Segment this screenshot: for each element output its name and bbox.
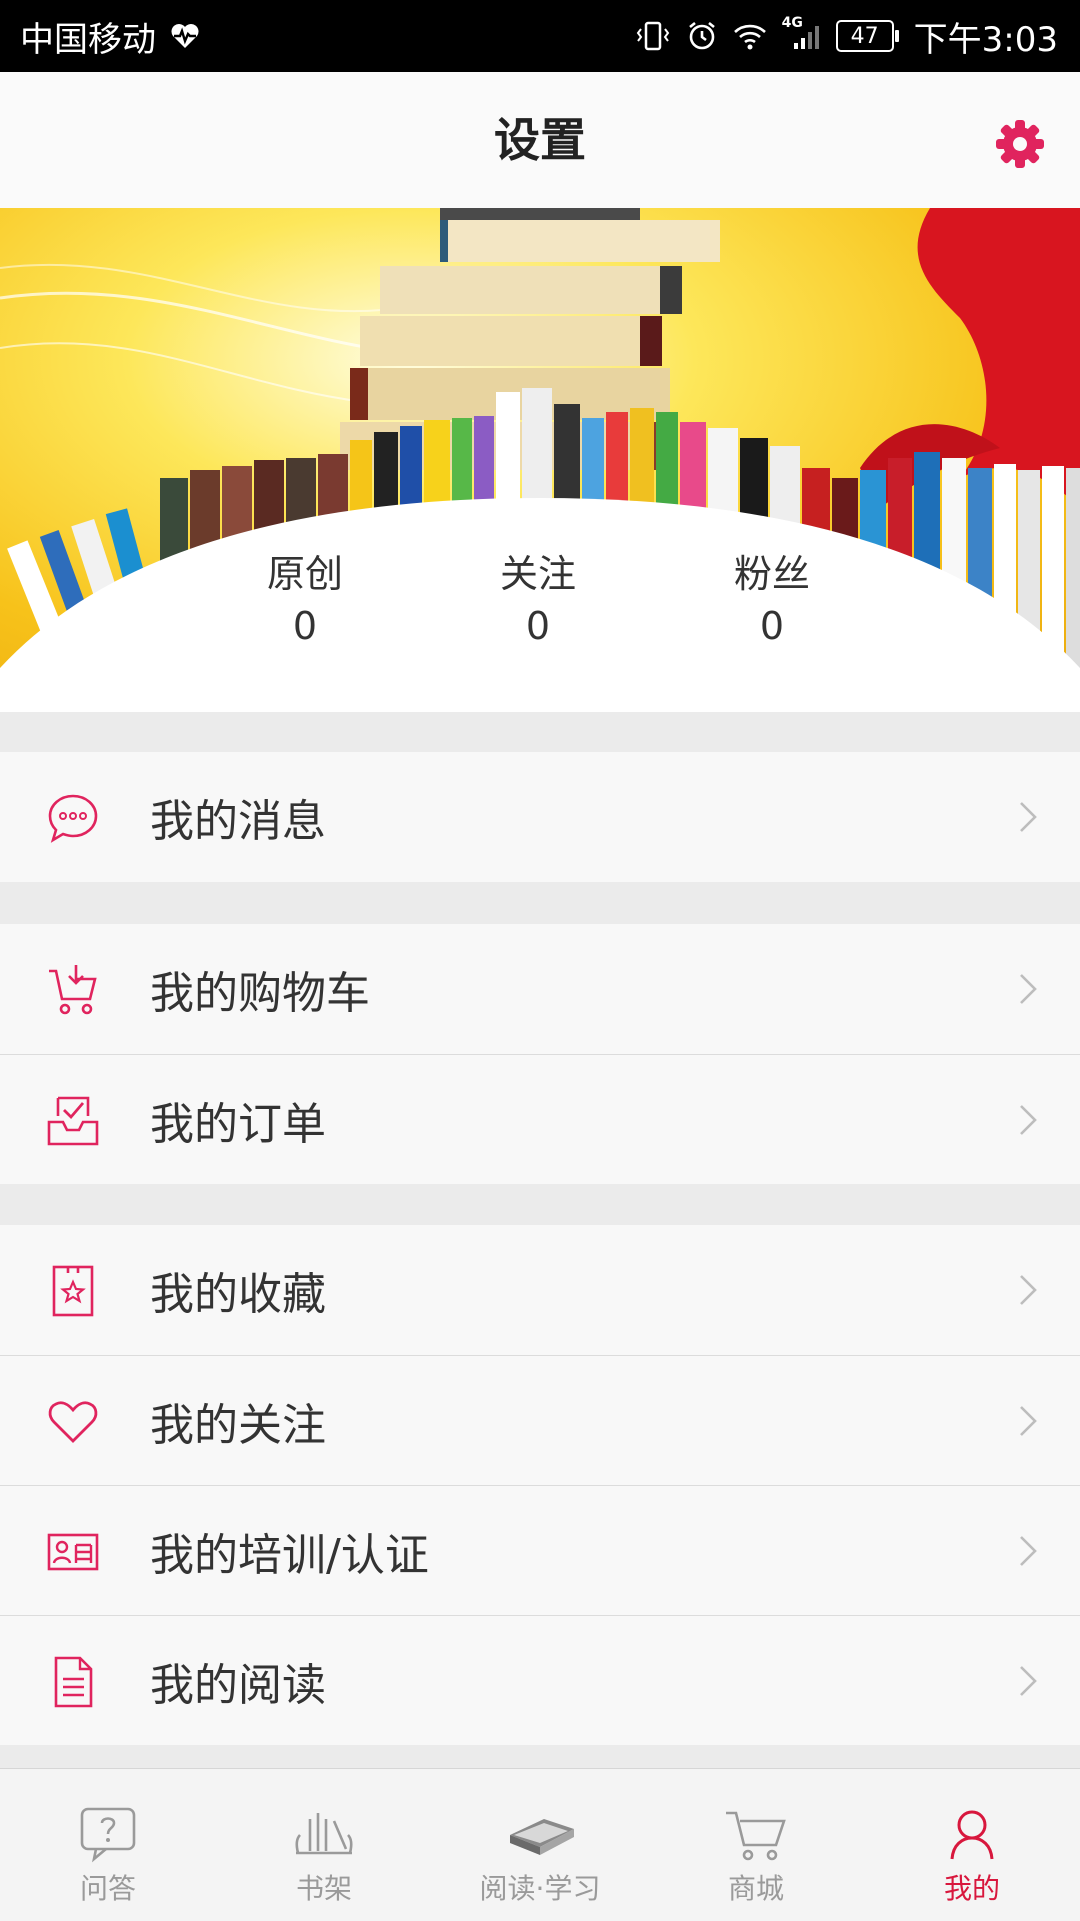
- profile-stats: 原创 0 关注 0 粉丝 0: [0, 548, 1080, 668]
- shopping-cart-icon: [49, 965, 97, 1015]
- chevron-right-icon: [1020, 802, 1037, 832]
- chat-bubble-icon: [48, 794, 98, 843]
- tab-reading[interactable]: 阅读·学习: [432, 1769, 648, 1921]
- heart-icon: [48, 1401, 98, 1443]
- menu-item-cart[interactable]: 我的购物车: [0, 924, 1080, 1054]
- stat-value: 0: [525, 604, 551, 648]
- tab-mine[interactable]: 我的: [864, 1769, 1080, 1921]
- menu-item-label: 我的购物车: [150, 968, 370, 1019]
- cart-icon: [726, 1811, 786, 1861]
- clock: 下午3:03: [913, 19, 1058, 60]
- tab-label: 商城: [727, 1872, 784, 1905]
- menu-group-personal: 我的收藏 我的关注 我的培训/认证 我的阅读: [0, 1225, 1080, 1745]
- user-icon: [950, 1810, 994, 1860]
- chevron-right-icon: [1020, 1406, 1037, 1436]
- stat-following[interactable]: 关注 0: [438, 548, 638, 652]
- tab-qa[interactable]: 问答: [0, 1769, 216, 1921]
- stat-label: 粉丝: [733, 552, 810, 596]
- tab-bookshelf[interactable]: 书架: [216, 1769, 432, 1921]
- menu-item-training[interactable]: 我的培训/认证: [0, 1485, 1080, 1615]
- chevron-right-icon: [1020, 1275, 1037, 1305]
- menu-item-label: 我的培训/认证: [150, 1529, 429, 1581]
- menu-item-label: 我的订单: [150, 1098, 326, 1150]
- stat-label: 关注: [499, 552, 576, 596]
- stat-value: 0: [292, 604, 318, 648]
- network-type: 4G: [781, 15, 803, 31]
- stat-fans[interactable]: 粉丝 0: [672, 548, 872, 652]
- chevron-right-icon: [1020, 1666, 1037, 1696]
- heart-rate-icon: [170, 22, 200, 50]
- bookshelf-icon: [295, 1813, 353, 1855]
- menu-group-messages: 我的消息: [0, 752, 1080, 882]
- chevron-right-icon: [1020, 974, 1037, 1004]
- menu-item-label: 我的消息: [150, 796, 326, 847]
- tab-label: 问答: [79, 1872, 136, 1905]
- tab-label: 我的: [943, 1872, 1000, 1905]
- question-bubble-icon: [80, 1807, 136, 1863]
- alarm-icon: [686, 20, 718, 52]
- document-icon: [54, 1656, 93, 1708]
- stat-label: 原创: [266, 552, 343, 596]
- certificate-icon: [47, 1533, 99, 1571]
- signal-icon: 4G: [782, 15, 822, 51]
- menu-group-shopping: 我的购物车 我的订单: [0, 924, 1080, 1184]
- tab-label: 阅读·学习: [479, 1872, 601, 1905]
- menu-item-reading[interactable]: 我的阅读: [0, 1615, 1080, 1745]
- carrier-name: 中国移动: [20, 19, 156, 60]
- battery-icon: 47: [835, 20, 899, 52]
- bookmark-star-icon: [52, 1265, 94, 1317]
- stat-value: 0: [759, 604, 785, 648]
- menu-item-favorites[interactable]: 我的收藏: [0, 1225, 1080, 1355]
- tab-mall[interactable]: 商城: [648, 1769, 864, 1921]
- menu-item-label: 我的收藏: [150, 1269, 326, 1320]
- bottom-navigation: 问答 书架 阅读·学习 商城 我的: [0, 1768, 1080, 1921]
- wifi-icon: [732, 21, 768, 51]
- page-title: 设置: [494, 113, 586, 167]
- tab-label: 书架: [295, 1872, 352, 1905]
- menu-item-messages[interactable]: 我的消息: [0, 752, 1080, 882]
- chevron-right-icon: [1020, 1105, 1037, 1135]
- menu-item-following[interactable]: 我的关注: [0, 1355, 1080, 1485]
- menu-item-label: 我的关注: [150, 1399, 326, 1451]
- menu-item-orders[interactable]: 我的订单: [0, 1054, 1080, 1184]
- app-header: 设置: [0, 72, 1080, 209]
- menu-item-label: 我的阅读: [150, 1659, 326, 1711]
- book-icon: [510, 1819, 574, 1855]
- battery-level: 47: [850, 23, 879, 49]
- status-bar: 中国移动 4G 47 下午3:03: [0, 0, 1080, 72]
- vibrate-icon: [634, 21, 672, 51]
- stat-original[interactable]: 原创 0: [205, 548, 405, 652]
- order-inbox-icon: [47, 1096, 99, 1146]
- gear-icon[interactable]: [994, 118, 1046, 170]
- chevron-right-icon: [1020, 1536, 1037, 1566]
